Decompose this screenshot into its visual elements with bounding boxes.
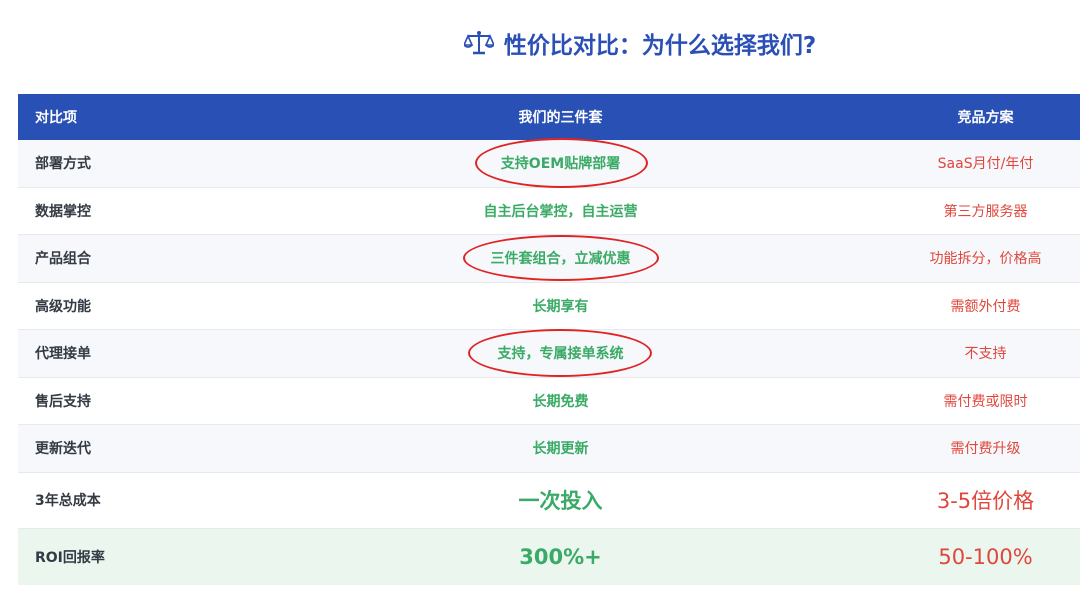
row-competitor-value: 需付费升级 — [950, 441, 1021, 458]
row-ours-value: 长期免费 — [532, 393, 589, 410]
row-competitor-value: 第三方服务器 — [943, 203, 1028, 220]
row-competitor-value: 不支持 — [964, 346, 1007, 363]
table-row: 代理接单 支持，专属接单系统 不支持 — [18, 329, 1080, 378]
row-item: 售后支持 — [35, 393, 91, 410]
row-competitor-value: 3-5倍价格 — [936, 489, 1035, 513]
row-item: 部署方式 — [35, 156, 91, 173]
row-competitor-value: 50-100% — [938, 544, 1033, 569]
page-title: 性价比对比：为什么选择我们? — [0, 26, 1080, 60]
table-row: 3年总成本 一次投入 3-5倍价格 — [18, 472, 1080, 529]
table-row: 高级功能 长期享有 需额外付费 — [18, 282, 1080, 330]
row-item: 产品组合 — [35, 251, 91, 268]
table-row: 产品组合 三件套组合，立减优惠 功能拆分，价格高 — [18, 235, 1080, 283]
row-ours-value: 三件套组合，立减优惠 — [462, 235, 659, 282]
row-item: 高级功能 — [35, 298, 91, 315]
row-competitor-value: SaaS月付/年付 — [937, 156, 1034, 173]
row-item: ROI回报率 — [35, 549, 105, 566]
row-ours-value: 长期享有 — [532, 298, 589, 315]
row-ours-value: 一次投入 — [518, 489, 603, 513]
row-item: 更新迭代 — [35, 441, 91, 458]
page: 性价比对比：为什么选择我们? 对比项 我们的三件套 竞品方案 部署方式 支持OE… — [0, 0, 1080, 596]
row-item: 代理接单 — [35, 346, 91, 363]
row-item: 3年总成本 — [35, 493, 101, 509]
page-title-text: 性价比对比：为什么选择我们? — [503, 33, 817, 59]
header-ours: 我们的三件套 — [518, 110, 603, 126]
header-competitor: 竞品方案 — [957, 110, 1014, 126]
row-item: 数据掌控 — [35, 203, 91, 220]
row-competitor-value: 需付费或限时 — [943, 393, 1028, 410]
table-row: 部署方式 支持OEM贴牌部署 SaaS月付/年付 — [18, 138, 1080, 189]
table-row: 更新迭代 长期更新 需付费升级 — [18, 425, 1080, 473]
balance-scale-icon — [463, 30, 494, 56]
header-item: 对比项 — [35, 110, 77, 126]
row-ours-value: 自主后台掌控，自主运营 — [483, 203, 638, 220]
row-ours-value: 支持，专属接单系统 — [467, 329, 652, 378]
table-row: 售后支持 长期免费 需付费或限时 — [18, 377, 1080, 425]
row-ours-value: 300%+ — [519, 544, 602, 569]
comparison-table: 对比项 我们的三件套 竞品方案 部署方式 支持OEM贴牌部署 SaaS月付/年付… — [18, 94, 1080, 585]
row-ours-value: 支持OEM贴牌部署 — [474, 138, 649, 189]
table-row-roi: ROI回报率 300%+ 50-100% — [18, 528, 1080, 585]
table-header-row: 对比项 我们的三件套 竞品方案 — [18, 94, 1080, 140]
table-row: 数据掌控 自主后台掌控，自主运营 第三方服务器 — [18, 187, 1080, 235]
row-ours-value: 长期更新 — [532, 441, 589, 458]
row-competitor-value: 功能拆分，价格高 — [929, 251, 1042, 268]
row-competitor-value: 需额外付费 — [950, 298, 1021, 315]
